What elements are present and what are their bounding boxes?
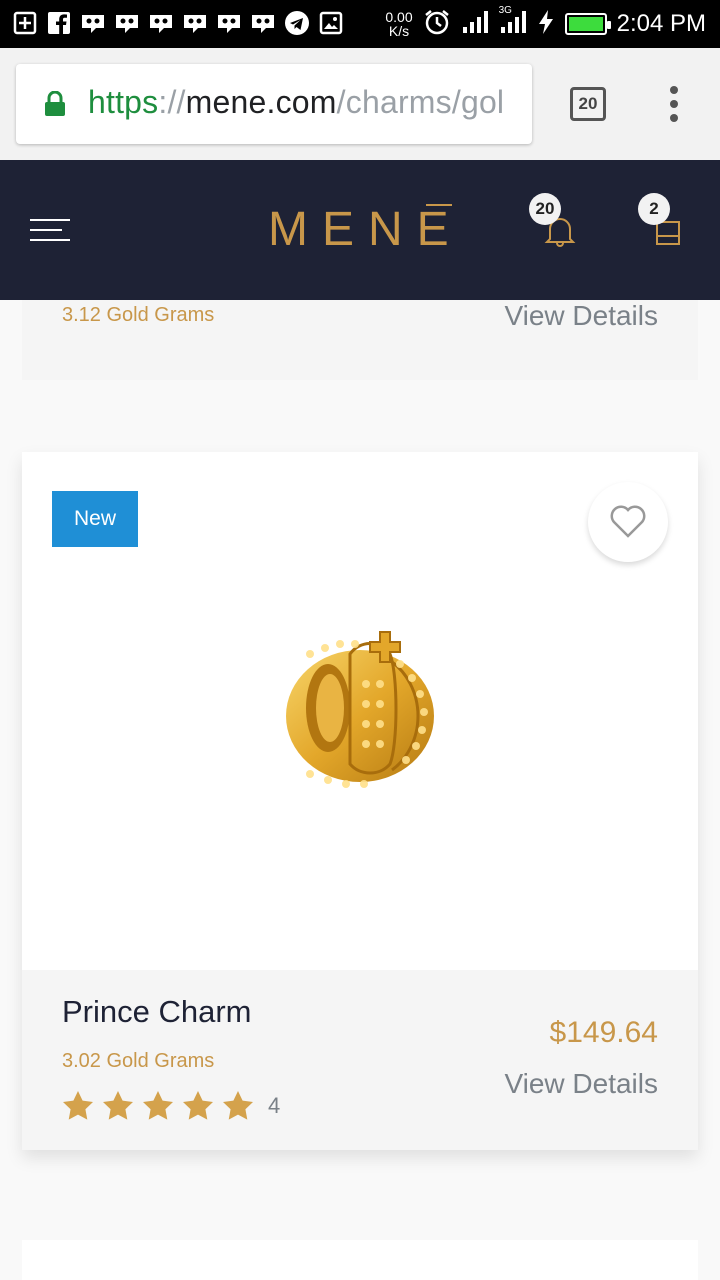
battery-icon: [564, 13, 611, 35]
new-badge: New: [52, 491, 138, 547]
url-text[interactable]: https://mene.com/charms/gol: [88, 84, 504, 121]
clock-time: 2:04 PM: [616, 10, 706, 37]
heart-icon: [610, 505, 646, 538]
star-icon: [183, 1091, 213, 1120]
facebook-icon: [46, 10, 72, 36]
star-icon: [143, 1091, 173, 1120]
cart-count-badge: 2: [638, 193, 670, 225]
browser-toolbar: https://mene.com/charms/gol 20: [0, 48, 720, 160]
image-icon: [318, 10, 344, 36]
lock-icon: [44, 90, 66, 122]
star-icon: [103, 1091, 133, 1120]
network-speed-unit: K/s: [388, 23, 410, 39]
signal-3g-icon: 3G: [499, 5, 527, 40]
notification-icons: [12, 10, 344, 36]
url-separator: ://: [158, 84, 186, 120]
status-bar: 0.00 K/s 3G 2:04 PM: [0, 0, 720, 48]
charging-icon: [537, 9, 555, 40]
review-count: 4: [268, 1093, 281, 1118]
product-grams: 3.02 Gold Grams: [62, 1050, 215, 1072]
chat-app-icon: [80, 10, 106, 36]
logo-macron: [426, 204, 452, 206]
telegram-icon: [284, 10, 310, 36]
menu-dot: [670, 86, 678, 94]
product-price: $149.64: [549, 1016, 658, 1049]
url-path: /charms/gol: [336, 84, 505, 120]
product-grams: 3.12 Gold Grams: [62, 304, 215, 326]
hamburger-menu-icon[interactable]: [30, 219, 70, 241]
star-icon: [63, 1091, 93, 1120]
chat-app-icon: [182, 10, 208, 36]
product-card[interactable]: New Prince Charm 3.02 Gold Grams $149.64…: [22, 452, 698, 1150]
previous-product-card[interactable]: 3.12 Gold Grams View Details: [22, 300, 698, 380]
tab-switcher-button[interactable]: 20: [570, 87, 606, 121]
network-speed: 0.00 K/s: [385, 10, 412, 38]
product-image[interactable]: [280, 624, 440, 797]
next-product-card[interactable]: [22, 1240, 698, 1280]
add-box-icon: [12, 10, 38, 36]
battery-level: [568, 17, 603, 31]
network-speed-value: 0.00: [385, 9, 413, 25]
url-scheme: https: [88, 84, 159, 120]
chat-app-icon: [148, 10, 174, 36]
chat-app-icon: [250, 10, 276, 36]
wishlist-button[interactable]: [588, 482, 668, 562]
rating-stars: 4: [62, 1090, 280, 1122]
browser-menu-button[interactable]: [666, 86, 682, 122]
network-type-label: 3G: [498, 4, 512, 16]
product-name[interactable]: Prince Charm: [62, 994, 252, 1030]
view-details-link[interactable]: View Details: [504, 300, 658, 332]
site-header: MENE 20 2: [0, 160, 720, 300]
product-info: Prince Charm 3.02 Gold Grams $149.64 Vie…: [22, 970, 698, 1150]
site-logo[interactable]: MENE: [268, 202, 463, 257]
view-details-link[interactable]: View Details: [504, 1068, 658, 1100]
alarm-icon: [423, 8, 451, 41]
url-host: mene.com: [185, 84, 337, 120]
address-bar[interactable]: https://mene.com/charms/gol: [16, 64, 532, 144]
notification-count-badge: 20: [529, 193, 561, 225]
menu-dot: [670, 100, 678, 108]
menu-dot: [670, 114, 678, 122]
signal-icon: [461, 9, 489, 40]
star-icon: [223, 1091, 253, 1120]
chat-app-icon: [216, 10, 242, 36]
chat-app-icon: [114, 10, 140, 36]
